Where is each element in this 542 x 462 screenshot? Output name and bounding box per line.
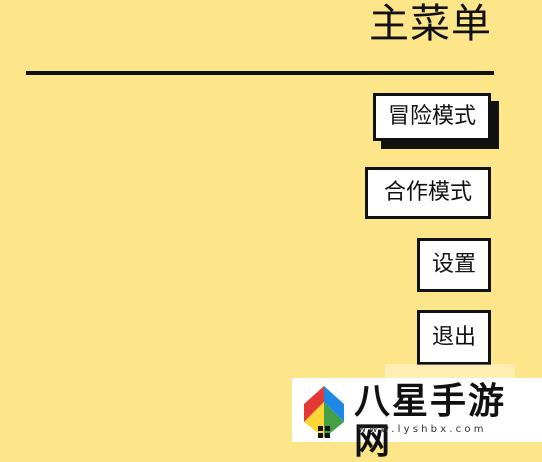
- adventure-mode-label: 冒险模式: [387, 104, 476, 129]
- page-title: 主菜单: [369, 1, 492, 47]
- watermark-backdrop: [385, 364, 515, 378]
- exit-label: 退出: [431, 324, 476, 350]
- coop-mode-button[interactable]: 合作模式: [365, 167, 491, 219]
- watermark-url: www.lyshbx.com: [358, 424, 487, 435]
- exit-button[interactable]: 退出: [417, 310, 491, 365]
- settings-label: 设置: [431, 252, 476, 277]
- site-logo-icon: [304, 386, 344, 438]
- title-divider: [26, 71, 494, 75]
- adventure-mode-button[interactable]: 冒险模式: [373, 93, 491, 141]
- coop-mode-label: 合作模式: [383, 180, 472, 205]
- watermark: 八星手游网 www.lyshbx.com: [292, 378, 542, 462]
- watermark-brand: 八星手游网: [354, 381, 507, 462]
- settings-button[interactable]: 设置: [417, 238, 491, 292]
